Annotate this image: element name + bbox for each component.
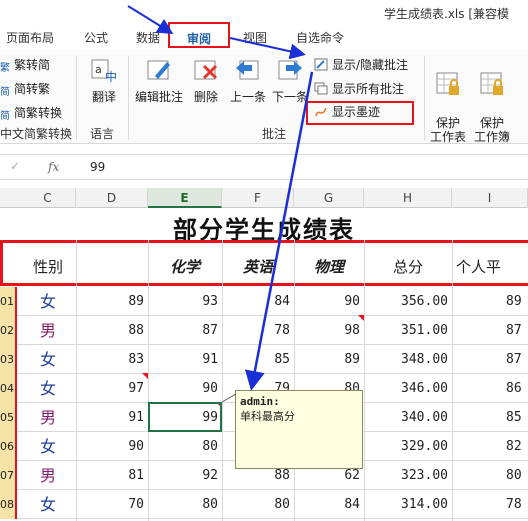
annotation-arrows [127,5,314,403]
arrow-to-comment [244,71,314,391]
arrow-to-review-tab [127,5,174,35]
arrow-to-show-hide [229,37,306,60]
comment-leader-line [221,393,237,403]
